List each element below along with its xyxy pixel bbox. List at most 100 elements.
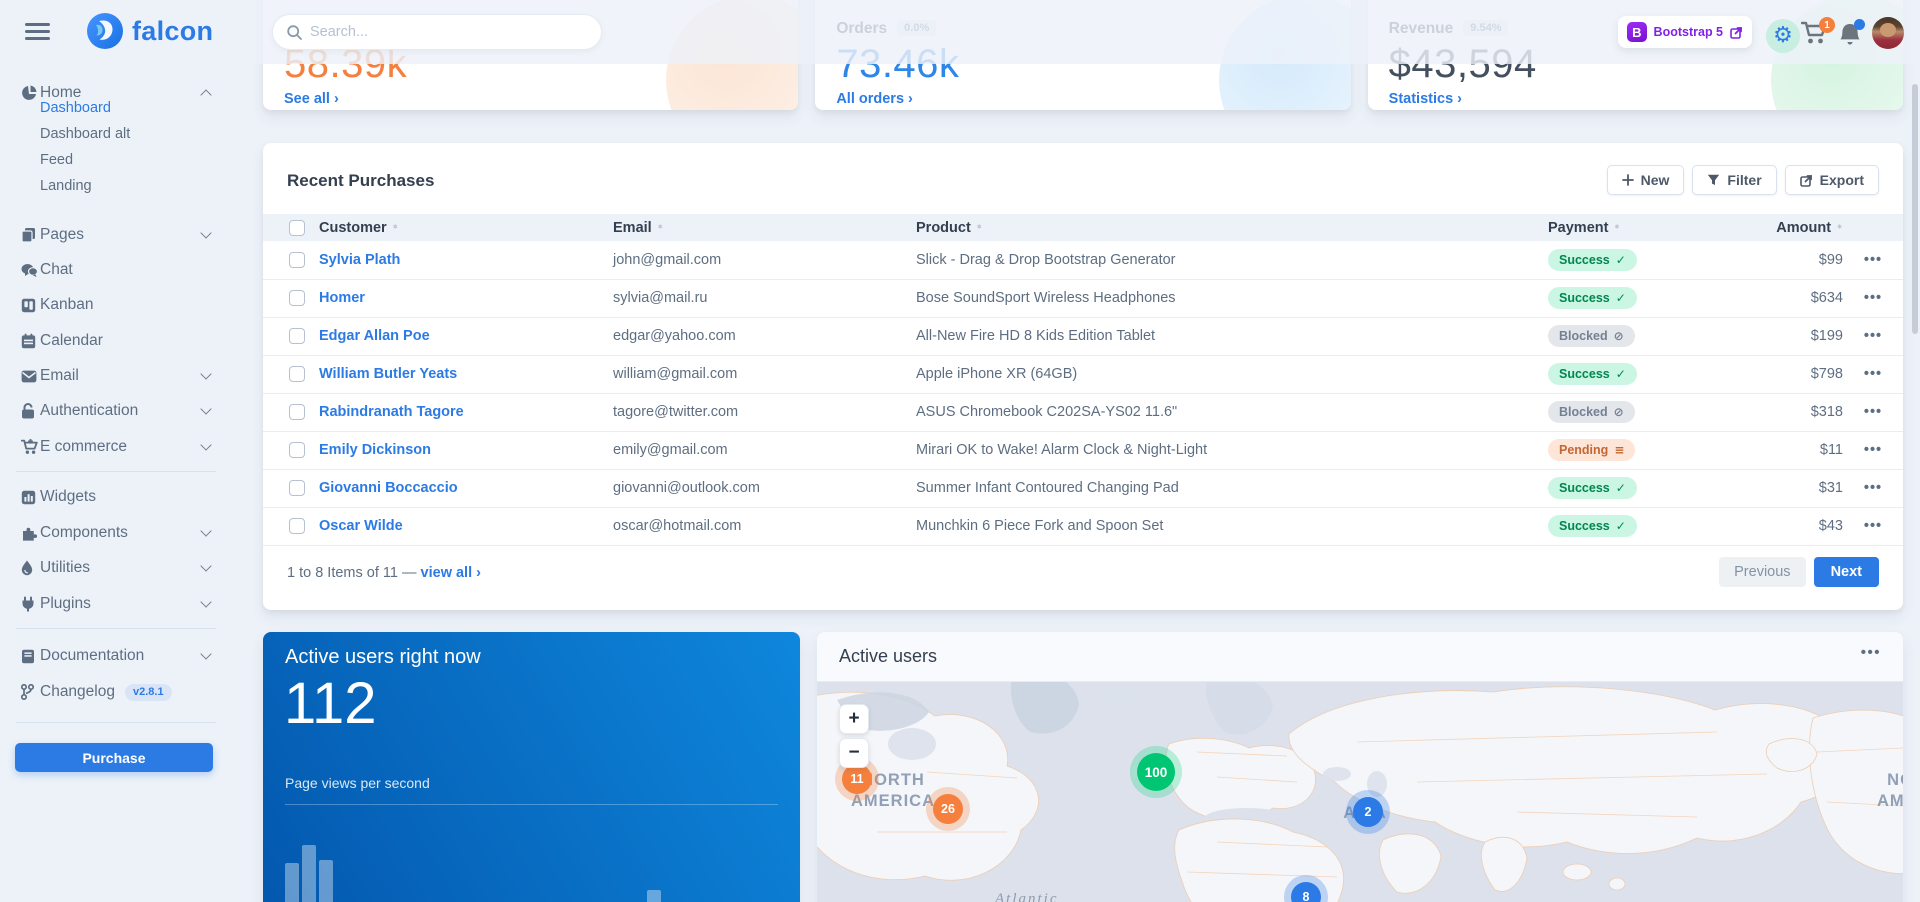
sidebar-item-changelog[interactable]: Changelogv2.8.1 bbox=[0, 677, 240, 707]
table-row: Emily Dickinson emily@gmail.com Mirari O… bbox=[263, 431, 1903, 469]
customer-link[interactable]: Homer bbox=[319, 290, 365, 306]
row-checkbox[interactable] bbox=[289, 518, 305, 534]
map-marker[interactable]: 2 bbox=[1353, 797, 1383, 827]
map-marker[interactable]: 26 bbox=[933, 794, 963, 824]
chevron-down-icon bbox=[200, 648, 211, 659]
row-menu-icon[interactable]: ••• bbox=[1843, 507, 1903, 545]
sidebar-item-pages[interactable]: Pages bbox=[0, 220, 240, 250]
column-header-amount[interactable]: Amount▲▼ bbox=[1776, 220, 1843, 236]
sidebar-item-dashboard[interactable]: Dashboard bbox=[40, 100, 111, 116]
previous-button[interactable]: Previous bbox=[1719, 557, 1805, 587]
customer-link[interactable]: Edgar Allan Poe bbox=[319, 328, 430, 344]
row-checkbox[interactable] bbox=[289, 480, 305, 496]
row-checkbox[interactable] bbox=[289, 328, 305, 344]
sidebar-item-email[interactable]: Email bbox=[0, 361, 240, 391]
row-checkbox[interactable] bbox=[289, 290, 305, 306]
sidebar-item-documentation[interactable]: Documentation bbox=[0, 641, 240, 671]
card-title: Active users bbox=[839, 646, 937, 667]
search-box[interactable] bbox=[272, 14, 602, 50]
row-menu-icon[interactable]: ••• bbox=[1843, 241, 1903, 279]
search-input[interactable] bbox=[310, 24, 587, 40]
customer-link[interactable]: Sylvia Plath bbox=[319, 252, 400, 268]
settings-gear-icon[interactable]: ⚙ bbox=[1766, 19, 1800, 53]
row-checkbox[interactable] bbox=[289, 404, 305, 420]
product-cell: ASUS Chromebook C202SA-YS02 11.6" bbox=[916, 393, 1528, 431]
next-button[interactable]: Next bbox=[1814, 557, 1879, 587]
column-header-email[interactable]: Email▲▼ bbox=[613, 220, 664, 236]
falcon-logo[interactable]: falcon bbox=[86, 12, 213, 50]
card-subtitle: Page views per second bbox=[285, 775, 430, 791]
card-menu-icon[interactable]: ••• bbox=[1861, 644, 1881, 661]
map-label-north-america-wrap: NORTHAMERICA bbox=[1857, 770, 1903, 813]
top-navbar: falcon B Bootstrap 5 ⚙ 1 bbox=[0, 0, 1920, 64]
sidebar-item-authentication[interactable]: Authentication bbox=[0, 396, 240, 426]
row-checkbox[interactable] bbox=[289, 442, 305, 458]
see-all-link[interactable]: See all › bbox=[284, 91, 339, 107]
purchase-button[interactable]: Purchase bbox=[15, 743, 213, 772]
column-header-payment[interactable]: Payment▲▼ bbox=[1528, 220, 1620, 236]
chevron-right-icon: › bbox=[1457, 91, 1462, 107]
row-checkbox[interactable] bbox=[289, 252, 305, 268]
stream-icon: ≡ bbox=[1614, 443, 1624, 457]
notifications-bell-icon[interactable] bbox=[1838, 21, 1866, 51]
filter-funnel-icon bbox=[1707, 174, 1720, 186]
column-header-product[interactable]: Product▲▼ bbox=[916, 220, 983, 236]
chevron-down-icon bbox=[200, 596, 211, 607]
sidebar-item-home[interactable]: Home bbox=[0, 78, 240, 108]
row-menu-icon[interactable]: ••• bbox=[1843, 431, 1903, 469]
row-menu-icon[interactable]: ••• bbox=[1843, 317, 1903, 355]
select-all-checkbox[interactable] bbox=[289, 220, 305, 236]
map-zoom-in-button[interactable]: + bbox=[839, 704, 869, 734]
falcon-logo-text: falcon bbox=[132, 16, 213, 47]
amount-cell: $31 bbox=[1763, 469, 1843, 507]
sidebar-item-plugins[interactable]: Plugins bbox=[0, 589, 240, 619]
sidebar-item-calendar[interactable]: Calendar bbox=[0, 326, 240, 356]
sidebar-item-kanban[interactable]: Kanban bbox=[0, 290, 240, 320]
world-map[interactable]: + − NORTHAMERICA ASIA NORTHAMERICA Atlan… bbox=[817, 682, 1903, 902]
row-menu-icon[interactable]: ••• bbox=[1843, 469, 1903, 507]
bar bbox=[319, 860, 333, 902]
active-users-map-card: Active users ••• bbox=[817, 632, 1903, 902]
search-icon bbox=[287, 25, 302, 40]
sidebar-item-utilities[interactable]: Utilities bbox=[0, 553, 240, 583]
row-menu-icon[interactable]: ••• bbox=[1843, 279, 1903, 317]
customer-link[interactable]: Giovanni Boccaccio bbox=[319, 480, 458, 496]
sidebar-item-label: Pages bbox=[40, 226, 84, 244]
row-menu-icon[interactable]: ••• bbox=[1843, 393, 1903, 431]
new-button[interactable]: New bbox=[1607, 165, 1685, 195]
view-all-link[interactable]: view all › bbox=[421, 565, 481, 581]
export-button[interactable]: Export bbox=[1785, 165, 1879, 195]
email-cell: emily@gmail.com bbox=[613, 431, 916, 469]
customer-link[interactable]: Emily Dickinson bbox=[319, 442, 431, 458]
table-actions: New Filter Export bbox=[1607, 165, 1879, 195]
table-row: Edgar Allan Poe edgar@yahoo.com All-New … bbox=[263, 317, 1903, 355]
customer-link[interactable]: Rabindranath Tagore bbox=[319, 404, 464, 420]
row-checkbox[interactable] bbox=[289, 366, 305, 382]
hamburger-menu-icon[interactable] bbox=[25, 23, 50, 44]
map-marker[interactable]: 8 bbox=[1291, 882, 1321, 902]
scrollbar-thumb[interactable] bbox=[1912, 84, 1918, 334]
check-icon: ✓ bbox=[1616, 367, 1626, 381]
sidebar-item-ecommerce[interactable]: E commerce bbox=[0, 432, 240, 462]
email-cell: william@gmail.com bbox=[613, 355, 916, 393]
sidebar-item-landing[interactable]: Landing bbox=[40, 178, 92, 194]
column-header-customer[interactable]: Customer▲▼ bbox=[319, 220, 399, 236]
sidebar-item-components[interactable]: Components bbox=[0, 518, 240, 548]
map-zoom-out-button[interactable]: − bbox=[839, 738, 869, 768]
customer-link[interactable]: William Butler Yeats bbox=[319, 366, 457, 382]
sidebar-item-label: Chat bbox=[40, 261, 73, 279]
sidebar-item-feed[interactable]: Feed bbox=[40, 152, 73, 168]
all-orders-link[interactable]: All orders › bbox=[836, 91, 913, 107]
sidebar-item-widgets[interactable]: Widgets bbox=[0, 482, 240, 512]
row-menu-icon[interactable]: ••• bbox=[1843, 355, 1903, 393]
bootstrap5-badge[interactable]: B Bootstrap 5 bbox=[1618, 16, 1752, 48]
filter-button[interactable]: Filter bbox=[1692, 165, 1776, 195]
user-avatar[interactable] bbox=[1872, 17, 1904, 49]
statistics-link[interactable]: Statistics › bbox=[1389, 91, 1462, 107]
customer-link[interactable]: Oscar Wilde bbox=[319, 518, 403, 534]
sidebar-item-chat[interactable]: Chat bbox=[0, 255, 240, 285]
shopping-cart-icon[interactable]: 1 bbox=[1801, 20, 1835, 52]
sidebar-item-dashboard-alt[interactable]: Dashboard alt bbox=[40, 126, 130, 142]
map-marker[interactable]: 11 bbox=[842, 764, 872, 794]
map-marker[interactable]: 100 bbox=[1137, 753, 1175, 791]
